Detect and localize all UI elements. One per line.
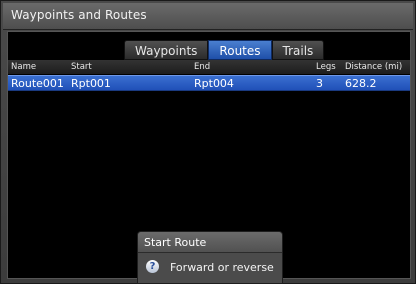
tab-routes[interactable]: Routes (208, 40, 272, 60)
table-header: Name Start End Legs Distance (mi) (8, 60, 410, 74)
column-header-legs[interactable]: Legs (316, 62, 336, 72)
title-bar: Waypoints and Routes (3, 3, 413, 30)
column-header-name[interactable]: Name (11, 62, 36, 72)
popup-header: Start Route (138, 232, 282, 253)
tab-trails[interactable]: Trails (271, 40, 325, 60)
window-title: Waypoints and Routes (11, 8, 147, 22)
column-header-start[interactable]: Start (71, 62, 92, 72)
column-header-distance[interactable]: Distance (mi) (345, 62, 402, 72)
table-row[interactable]: Route001 Rpt001 Rpt004 3 628.2 (8, 75, 410, 91)
start-route-menu: Start Route ? Forward or reverse (137, 231, 283, 284)
route-distance: 628.2 (345, 77, 377, 90)
route-legs: 3 (316, 77, 323, 90)
route-end: Rpt004 (194, 77, 234, 90)
route-start: Rpt001 (71, 77, 111, 90)
column-header-end[interactable]: End (194, 62, 210, 72)
forward-or-reverse-label: Forward or reverse (170, 261, 274, 274)
help-icon: ? (146, 260, 159, 273)
forward-or-reverse-option[interactable]: ? Forward or reverse (138, 254, 282, 283)
popup-title: Start Route (144, 236, 207, 249)
tab-waypoints[interactable]: Waypoints (124, 40, 209, 60)
route-name: Route001 (11, 77, 64, 90)
tab-bar: Waypoints Routes Trails (124, 40, 325, 60)
